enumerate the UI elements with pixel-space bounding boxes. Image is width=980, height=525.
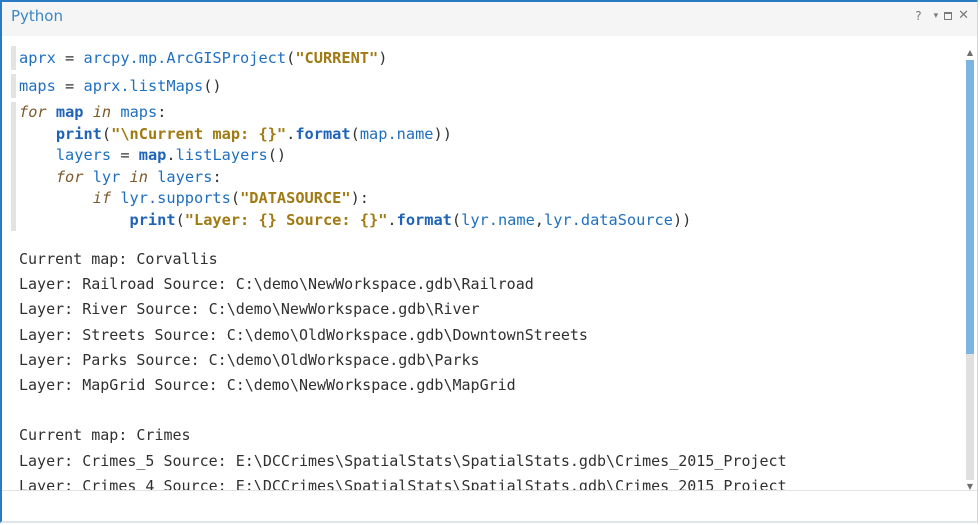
output-line: Layer: Crimes_5 Source: E:\DCCrimes\Spat… — [19, 451, 787, 470]
options-dropdown-button[interactable]: ▾ — [934, 9, 939, 23]
code-token: lyr — [92, 167, 121, 186]
window-controls: ? ▾ ✕ — [915, 9, 969, 24]
code-input-block: maps = aprx.listMaps() — [8, 74, 964, 98]
python-command-input[interactable] — [2, 490, 977, 521]
code-token: layers — [55, 146, 112, 164]
code-line: aprx = arcpy.mp.ArcGISProject("CURRENT") — [19, 46, 964, 70]
output-line: Layer: Parks Source: C:\demo\OldWorkspac… — [19, 350, 480, 369]
scrollbar-track[interactable] — [966, 60, 974, 480]
code-input-block: aprx = arcpy.mp.ArcGISProject("CURRENT") — [8, 46, 964, 70]
code-token: ( — [230, 189, 241, 207]
code-token: in — [129, 167, 148, 186]
output-spacer — [8, 235, 964, 247]
output-line: Layer: MapGrid Source: C:\demo\NewWorksp… — [19, 375, 516, 394]
code-line: layers = map.listLayers() — [19, 145, 964, 167]
output-line: Layer: Railroad Source: C:\demo\NewWorks… — [19, 275, 534, 294]
code-token: = — [55, 49, 84, 67]
code-token: "CURRENT" — [295, 49, 379, 67]
output-line: Current map: Crimes — [19, 426, 191, 445]
code-token: : — [212, 167, 222, 186]
code-line: if lyr.supports("DATASOURCE"): — [19, 188, 964, 210]
code-token: format — [396, 210, 452, 229]
code-token: print — [129, 210, 176, 229]
code-token: map — [55, 103, 84, 121]
code-token: aprx.listMaps — [83, 77, 204, 95]
scroll-up-arrow-icon[interactable]: ▲ — [966, 48, 974, 58]
code-token: in — [92, 103, 112, 121]
code-token: : — [157, 103, 167, 121]
code-token: "\nCurrent map: {}" — [111, 124, 287, 143]
code-token: ( — [451, 210, 462, 229]
code-token: ( — [286, 49, 296, 67]
code-token: arcpy.mp.ArcGISProject — [83, 49, 287, 67]
code-token: . — [286, 124, 296, 143]
code-token: ) — [378, 49, 388, 67]
output-line: Layer: Streets Source: C:\demo\OldWorksp… — [19, 325, 588, 344]
code-token: for — [55, 167, 84, 186]
code-token: )) — [672, 210, 692, 229]
code-token: map — [138, 146, 167, 164]
title-bar: Python ? ▾ ✕ — [2, 2, 977, 36]
python-output[interactable]: aprx = arcpy.mp.ArcGISProject("CURRENT")… — [8, 46, 964, 490]
code-token: format — [295, 124, 351, 143]
output-line: Layer: Crimes_4 Source: E:\DCCrimes\Spat… — [19, 476, 787, 490]
code-token: ( — [175, 210, 185, 229]
code-token: )) — [433, 124, 452, 143]
code-token: maps — [120, 103, 158, 121]
code-token: layers — [157, 167, 213, 186]
python-pane: Python ? ▾ ✕ aprx = arcpy.mp.ArcGISProje… — [0, 0, 978, 523]
code-input-block: for map in maps: print("\nCurrent map: {… — [8, 102, 964, 231]
code-token: aprx — [19, 49, 56, 67]
code-line: for lyr in layers: — [19, 167, 964, 189]
code-token: ( — [101, 124, 112, 143]
code-line: for map in maps: — [19, 102, 964, 124]
code-token: print — [55, 124, 102, 143]
code-token: "DATASOURCE" — [240, 189, 351, 207]
code-token: lyr.name — [461, 210, 535, 229]
code-token: () — [203, 77, 222, 95]
code-line: print("Layer: {} Source: {}".format(lyr.… — [19, 210, 964, 232]
maximize-button[interactable] — [944, 12, 953, 20]
code-token: if — [92, 189, 112, 207]
code-token: ): — [350, 189, 369, 207]
output-line: Current map: Corvallis — [19, 250, 218, 268]
code-token: lyr.dataSource — [544, 210, 673, 229]
code-token: maps — [19, 77, 56, 95]
code-token: = — [55, 77, 84, 95]
code-token: ( — [350, 124, 360, 143]
code-line: maps = aprx.listMaps() — [19, 74, 964, 98]
code-token: () — [267, 146, 287, 164]
close-button[interactable]: ✕ — [958, 9, 969, 23]
code-token: listLayers — [175, 146, 268, 164]
pane-title: Python — [11, 7, 63, 25]
code-token: . — [387, 210, 397, 229]
code-token: lyr.supports — [120, 189, 231, 207]
code-line: print("\nCurrent map: {}".format(map.nam… — [19, 124, 964, 146]
vertical-scrollbar[interactable]: ▲ ▼ — [966, 48, 974, 492]
code-token: . — [166, 146, 176, 164]
help-button[interactable]: ? — [915, 9, 921, 23]
code-token: , — [534, 210, 545, 229]
output-line: Layer: River Source: C:\demo\NewWorkspac… — [19, 300, 480, 319]
scrollbar-thumb[interactable] — [966, 60, 974, 354]
code-token: = — [111, 146, 139, 164]
code-token: "Layer: {} Source: {}" — [184, 210, 388, 229]
code-token: map.name — [359, 124, 434, 143]
code-token: for — [19, 103, 47, 121]
